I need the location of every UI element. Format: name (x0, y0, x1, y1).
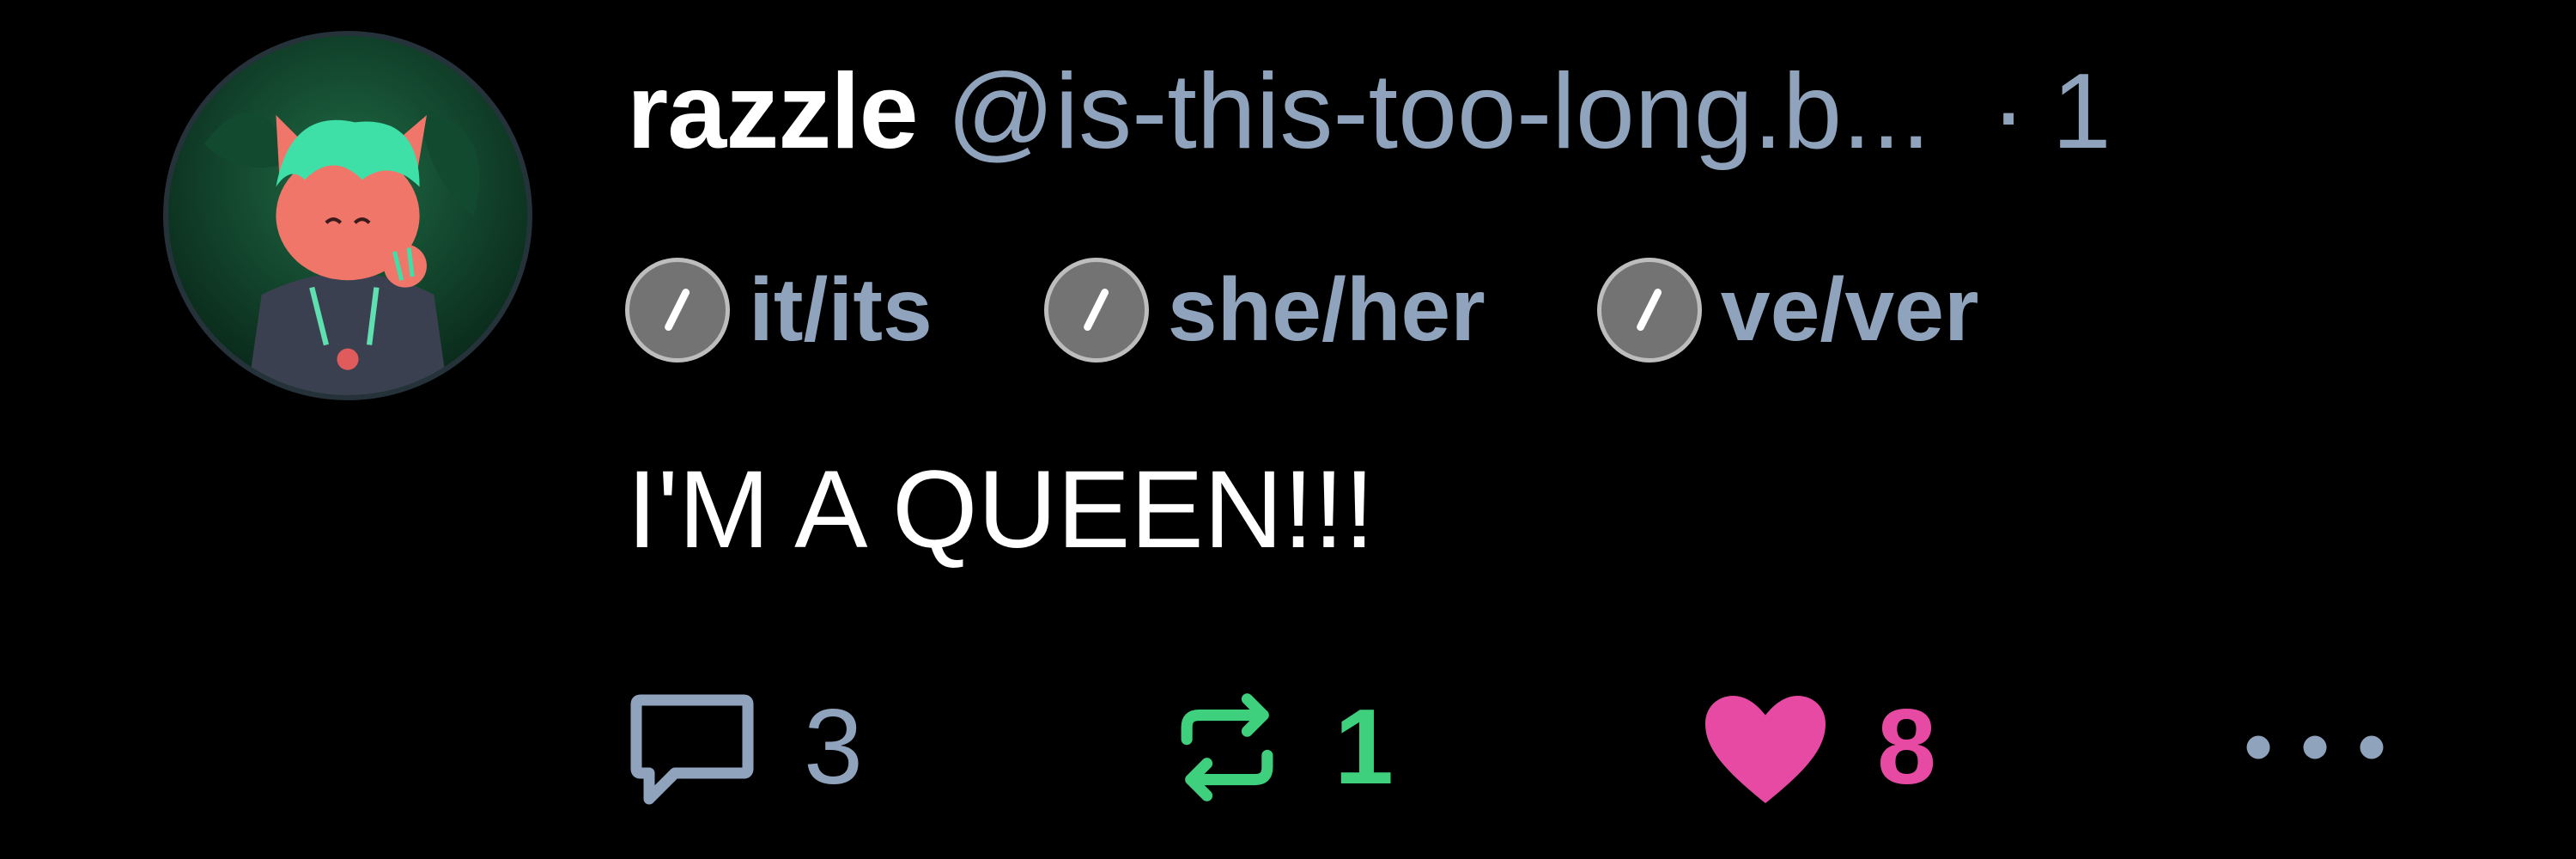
pronoun-slash-icon (1043, 258, 1149, 362)
repost-icon (1181, 693, 1273, 801)
reply-button[interactable]: 3 (623, 679, 863, 816)
heart-icon (1705, 696, 1826, 803)
author-handle[interactable]: @is-this-too-long.b... (947, 51, 1931, 173)
pronoun-badge: she/her (1043, 258, 1485, 362)
reply-bubble-icon (630, 694, 754, 805)
more-options-button[interactable] (2238, 679, 2392, 816)
pronoun-label: ve/ver (1720, 259, 1979, 360)
repost-count: 1 (1334, 688, 1394, 807)
pronoun-slash-icon (625, 258, 730, 362)
pronoun-label: it/its (749, 259, 933, 360)
post-card: razzle @is-this-too-long.b... · 1 it/its… (0, 0, 2576, 859)
repost-button[interactable]: 1 (1163, 679, 1394, 816)
reply-count: 3 (804, 688, 863, 807)
author-display-name[interactable]: razzle (627, 51, 919, 173)
avatar[interactable] (163, 31, 532, 400)
pronoun-list: it/its she/her ve/ver (625, 258, 2090, 362)
pronoun-badge: ve/ver (1596, 258, 1979, 362)
post-header: razzle @is-this-too-long.b... · 1 (627, 34, 2111, 189)
like-count: 8 (1877, 688, 1936, 807)
pronoun-badge: it/its (625, 258, 933, 362)
more-dots-icon (2246, 735, 2384, 759)
avatar-image (168, 36, 527, 395)
post-timestamp[interactable]: 1 (2052, 51, 2111, 173)
like-button[interactable]: 8 (1697, 679, 1936, 816)
pronoun-slash-icon (1596, 258, 1702, 362)
post-body-text: I'M A QUEEN!!! (627, 448, 1375, 571)
pronoun-label: she/her (1167, 259, 1485, 360)
post-actions: 3 1 8 (623, 679, 2512, 816)
header-separator: · (1990, 52, 2026, 171)
